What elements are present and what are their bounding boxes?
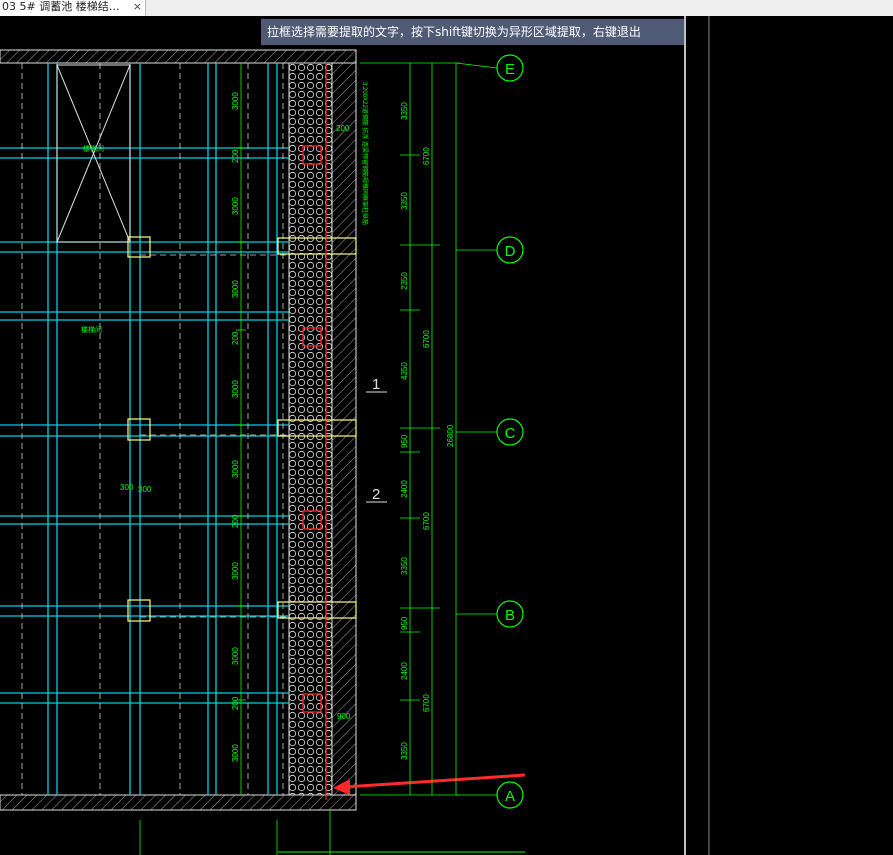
- dim-text: 200: [336, 124, 350, 133]
- room-label: 楼梯间: [81, 325, 102, 334]
- dim-text: 3350: [400, 192, 409, 210]
- dim-text: 2400: [400, 662, 409, 680]
- extract-hint-tooltip: 拉框选择需要提取的文字，按下shift键切换为异形区域提取，右键退出: [261, 19, 684, 45]
- right-dimensions: 3350 3350 2350 4350 950 2400 3350 950 24…: [400, 102, 455, 760]
- dim-text: 3000: [231, 460, 240, 478]
- axis-labels: E D C B A: [505, 61, 516, 805]
- axis-label-c: C: [505, 425, 516, 442]
- axis-label-e: E: [505, 61, 515, 78]
- axis-label-b: B: [505, 607, 515, 624]
- dim-text: 6700: [422, 512, 431, 530]
- dim-text: 2400: [400, 480, 409, 498]
- dim-text: 3000: [231, 280, 240, 298]
- dim-text: 3000: [231, 744, 240, 762]
- right-dimension-lines: [360, 62, 498, 796]
- dim-text: 3000: [231, 562, 240, 580]
- top-wall-hatch: [0, 49, 357, 64]
- dim-text: 950: [400, 616, 409, 630]
- dim-text: 3350: [400, 742, 409, 760]
- dim-text: 3000: [231, 92, 240, 110]
- dim-text: 2350: [400, 272, 409, 290]
- beam-grid: [0, 63, 289, 795]
- bottom-wall-hatch: [0, 794, 357, 811]
- left-dimensions: 3000 3000 3000 3000 3000 3000 3000 3000 …: [231, 92, 240, 762]
- cad-drawing-canvas[interactable]: 楼梯间 楼梯间 3000 3000 3000 3000 3000 3000 30…: [0, 16, 893, 855]
- dim-text: 900: [337, 712, 351, 721]
- dashed-lines: [21, 63, 289, 795]
- dim-text: 3000: [231, 197, 240, 215]
- left-dimension-line: [236, 63, 246, 795]
- dim-text: 200: [231, 514, 240, 528]
- dim-text: 26800: [446, 424, 455, 447]
- axis-label-a: A: [505, 788, 515, 805]
- room-label: 楼梯间: [83, 144, 104, 153]
- document-tab-title: 03 5# 调蓄池 楼梯结…: [2, 0, 120, 13]
- dim-text: 200: [231, 149, 240, 163]
- right-wall-hatch: [331, 62, 357, 796]
- axis-leaders: [456, 249, 497, 796]
- dim-text: 4350: [400, 362, 409, 380]
- dim-text: 3350: [400, 102, 409, 120]
- dim-text: 200: [231, 331, 240, 345]
- dim-text: 6700: [422, 694, 431, 712]
- dim-text: 300: [138, 485, 152, 494]
- close-icon[interactable]: ×: [133, 0, 142, 14]
- dim-text: 200: [231, 696, 240, 710]
- dim-text: 3000: [231, 380, 240, 398]
- dim-text: 950: [400, 434, 409, 448]
- section-mark-label: 1: [372, 376, 380, 393]
- document-tab[interactable]: 03 5# 调蓄池 楼梯结… ×: [0, 0, 146, 16]
- section-mark-label: 2: [372, 486, 380, 503]
- dim-text: 6700: [422, 147, 431, 165]
- dim-text: 3350: [400, 557, 409, 575]
- dim-text: 300: [120, 483, 134, 492]
- tab-bar: 03 5# 调蓄池 楼梯结… ×: [0, 0, 893, 16]
- dim-text: 3000: [231, 647, 240, 665]
- stair-opening: [56, 64, 131, 243]
- axis-label-d: D: [505, 243, 516, 260]
- vertical-note: 3.200X22道钢筋 抗浮 连梁预留钢筋规格同框架柱纵筋: [361, 82, 369, 225]
- dim-text: 6700: [422, 330, 431, 348]
- bottom-extension-lines: [139, 810, 331, 855]
- red-arrow-annotation: [333, 773, 526, 795]
